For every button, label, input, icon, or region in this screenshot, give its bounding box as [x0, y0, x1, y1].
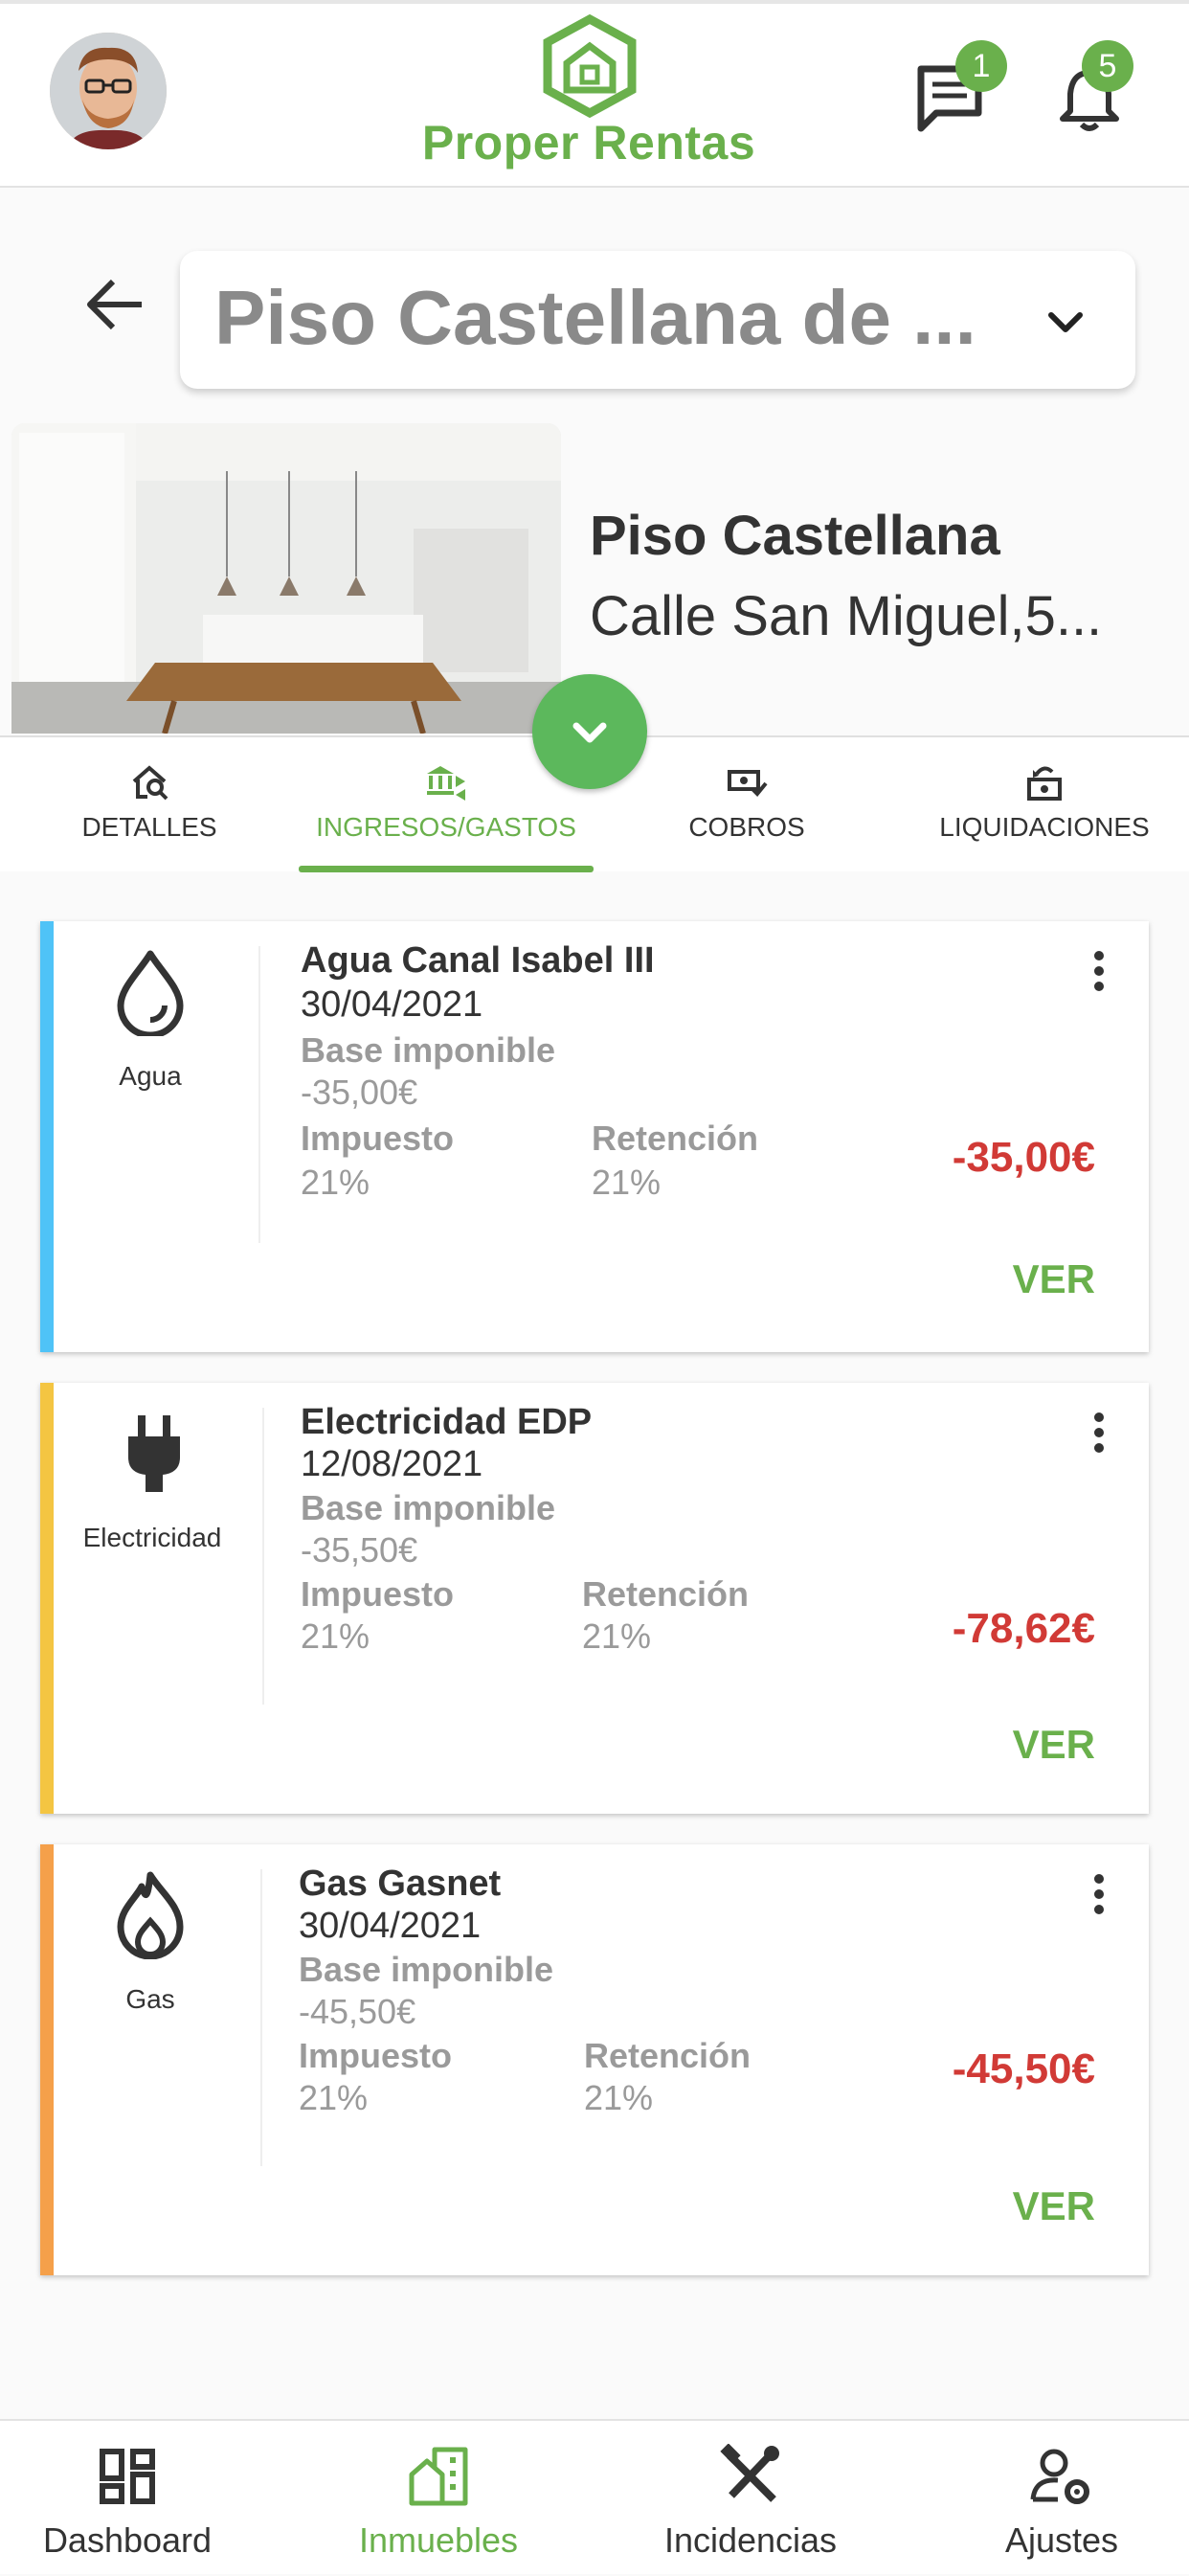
home-search-icon	[132, 765, 168, 801]
tax-value: 21%	[299, 2078, 369, 2117]
retention-label: Retención	[582, 1574, 750, 1614]
expense-date: 30/04/2021	[301, 984, 483, 1025]
nav-label: Incidencias	[663, 2520, 838, 2560]
retention-value: 21%	[592, 1163, 662, 1202]
user-avatar[interactable]	[50, 33, 167, 149]
tab-liquidaciones[interactable]: LIQUIDACIONES	[900, 737, 1189, 873]
messages-badge: 1	[955, 40, 1007, 92]
nav-label: Ajustes	[1004, 2520, 1119, 2560]
retention-value: 21%	[582, 1616, 652, 1656]
base-label: Base imponible	[301, 1030, 556, 1070]
view-button[interactable]: VER	[1013, 1256, 1095, 1302]
dashboard-icon	[100, 2449, 155, 2504]
power-plug-icon	[128, 1415, 180, 1492]
property-dropdown[interactable]: Piso Castellana de ...	[180, 251, 1135, 389]
chevron-down-icon	[572, 722, 607, 743]
water-drop-icon	[117, 950, 184, 1036]
base-label: Base imponible	[301, 1488, 556, 1527]
category-color-stripe	[40, 1383, 54, 1814]
tax-value: 21%	[301, 1616, 370, 1656]
category-label: Electricidad	[82, 1523, 222, 1552]
expense-total: -78,62€	[952, 1605, 1095, 1652]
retention-label: Retención	[584, 2036, 752, 2075]
card-divider	[260, 1869, 262, 2166]
base-value: -35,00€	[301, 1073, 418, 1112]
nav-ajustes[interactable]: Ajustes	[934, 2421, 1189, 2576]
building-icon	[409, 2447, 468, 2506]
base-value: -35,50€	[301, 1530, 418, 1570]
view-button[interactable]: VER	[1013, 2183, 1095, 2229]
brand-name: Proper Rentas	[421, 116, 756, 169]
base-label: Base imponible	[299, 1950, 554, 1989]
notifications-badge: 5	[1082, 40, 1133, 92]
category-color-stripe	[40, 921, 54, 1352]
property-name: Piso Castellana	[590, 505, 1000, 567]
property-dropdown-value: Piso Castellana de ...	[214, 275, 976, 360]
card-divider	[262, 1408, 264, 1705]
expense-date: 12/08/2021	[301, 1444, 483, 1484]
expense-name: Agua Canal Isabel III	[301, 940, 655, 981]
tab-label: INGRESOS/GASTOS	[316, 812, 576, 842]
cash-check-icon	[728, 770, 768, 797]
expand-property-button[interactable]	[532, 674, 647, 789]
tax-label: Impuesto	[299, 2036, 453, 2075]
base-value: -45,50€	[299, 1992, 416, 2031]
nav-label: Inmuebles	[358, 2520, 519, 2560]
tab-detalles[interactable]: DETALLES	[0, 737, 299, 873]
expense-name: Gas Gasnet	[299, 1864, 502, 1904]
view-button[interactable]: VER	[1013, 1722, 1095, 1768]
expense-total: -45,50€	[952, 2045, 1095, 2092]
tab-label: DETALLES	[81, 812, 217, 842]
expense-card[interactable]: Agua Agua Canal Isabel III 30/04/2021 Ba…	[40, 921, 1149, 1352]
property-photo	[11, 423, 561, 734]
cash-refund-icon	[1027, 766, 1062, 801]
property-address: Calle San Miguel,5...	[590, 585, 1103, 647]
bottom-navigation: Dashboard Inmuebles Incidencias Ajustes	[0, 2419, 1189, 2574]
nav-dashboard[interactable]: Dashboard	[0, 2421, 255, 2576]
retention-value: 21%	[584, 2078, 654, 2117]
more-options-icon[interactable]	[1093, 1873, 1105, 1915]
tools-icon	[720, 2444, 779, 2502]
nav-inmuebles[interactable]: Inmuebles	[312, 2421, 565, 2576]
logo-house-icon	[543, 13, 637, 119]
retention-label: Retención	[592, 1119, 759, 1158]
expense-card[interactable]: Gas Gas Gasnet 30/04/2021 Base imponible…	[40, 1844, 1149, 2275]
active-tab-indicator	[299, 866, 594, 872]
fire-icon	[117, 1871, 184, 1959]
expense-name: Electricidad EDP	[301, 1402, 593, 1442]
app-header: Proper Rentas 1 5	[0, 0, 1189, 188]
chevron-down-icon	[1048, 312, 1083, 332]
nav-incidencias[interactable]: Incidencias	[624, 2421, 877, 2576]
tab-label: COBROS	[688, 812, 805, 842]
bank-transfer-icon	[427, 766, 465, 801]
category-label: Gas	[125, 1984, 175, 2014]
expense-total: -35,00€	[952, 1134, 1095, 1181]
tab-label: LIQUIDACIONES	[939, 812, 1150, 842]
more-options-icon[interactable]	[1093, 950, 1105, 992]
tax-label: Impuesto	[301, 1574, 455, 1614]
tax-label: Impuesto	[301, 1119, 455, 1158]
category-label: Agua	[119, 1061, 182, 1091]
more-options-icon[interactable]	[1093, 1412, 1105, 1454]
expense-card[interactable]: Electricidad Electricidad EDP 12/08/2021…	[40, 1383, 1149, 1814]
category-color-stripe	[40, 1844, 54, 2275]
expense-date: 30/04/2021	[299, 1906, 482, 1946]
back-arrow-icon[interactable]	[80, 270, 149, 339]
tax-value: 21%	[301, 1163, 370, 1202]
nav-label: Dashboard	[42, 2520, 213, 2560]
card-divider	[258, 946, 260, 1243]
user-settings-icon	[1030, 2449, 1089, 2504]
